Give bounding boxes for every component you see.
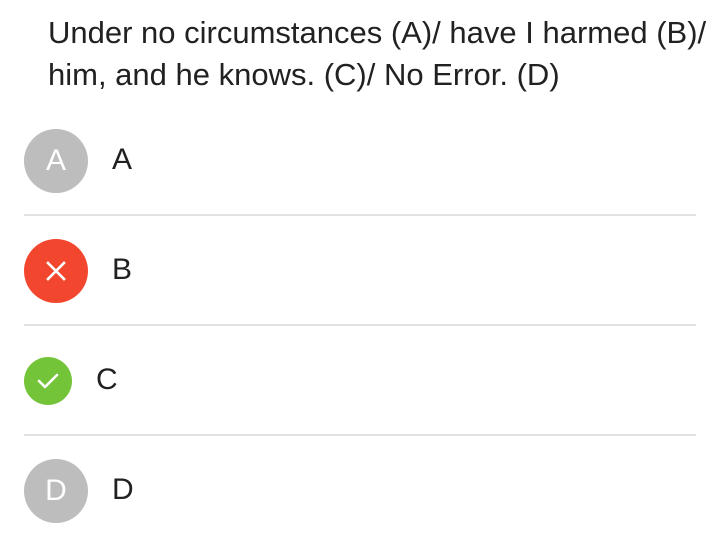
option-d[interactable]: D D (24, 436, 696, 546)
question-text: Under no circumstances (A)/ have I harme… (48, 15, 707, 92)
option-b[interactable]: B (24, 216, 696, 326)
options-list: A A B C D D (24, 106, 696, 546)
option-c-badge (24, 357, 72, 405)
option-a-badge: A (24, 129, 88, 193)
option-a[interactable]: A A (24, 106, 696, 216)
option-d-label: D (112, 473, 134, 506)
option-c-label: C (96, 363, 118, 396)
close-icon (46, 261, 66, 281)
option-b-badge (24, 239, 88, 303)
option-c[interactable]: C (24, 326, 696, 436)
option-b-label: B (112, 253, 133, 286)
option-a-label: A (112, 143, 133, 176)
check-icon (36, 371, 60, 391)
option-d-badge: D (24, 459, 88, 523)
